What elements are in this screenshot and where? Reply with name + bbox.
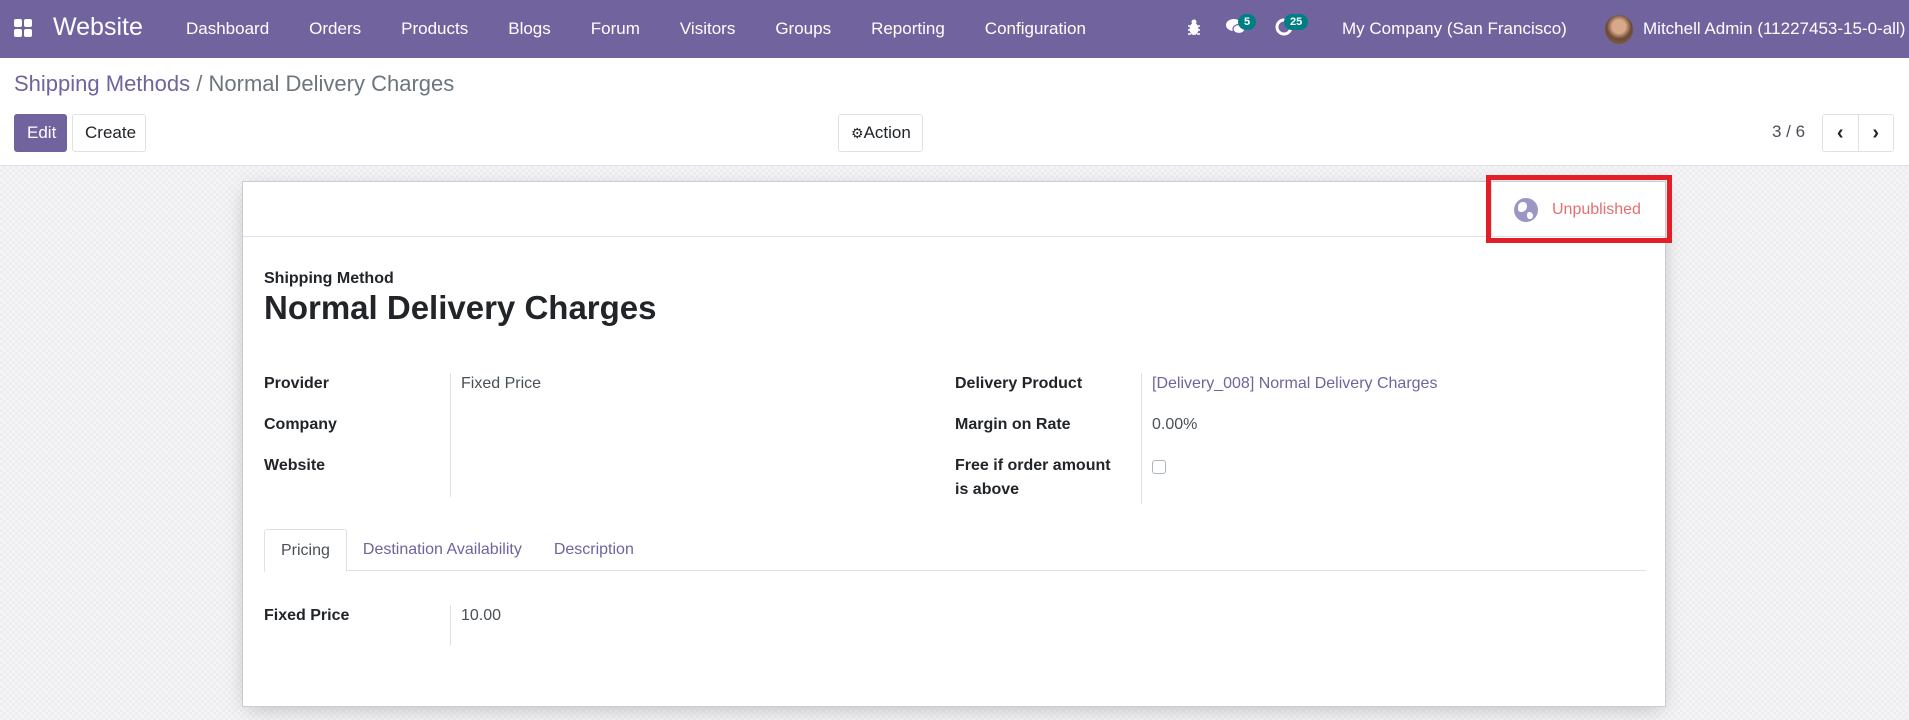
- app-brand[interactable]: Website: [53, 13, 143, 42]
- menu-item-forum[interactable]: Forum: [571, 0, 660, 58]
- user-avatar[interactable]: [1605, 15, 1633, 44]
- button-box: Unpublished: [243, 175, 1672, 243]
- menu-item-configuration[interactable]: Configuration: [965, 0, 1106, 58]
- publish-toggle-button[interactable]: Unpublished: [1491, 182, 1661, 237]
- record-title: Normal Delivery Charges: [264, 289, 657, 326]
- menu-item-dashboard[interactable]: Dashboard: [166, 0, 289, 58]
- company-label: Company: [264, 416, 337, 433]
- delivery-product-label: Delivery Product: [955, 375, 1083, 392]
- free-if-above-checkbox[interactable]: [1152, 460, 1166, 474]
- debug-bug-icon[interactable]: [1187, 18, 1201, 41]
- activities-count-badge: 25: [1284, 14, 1309, 30]
- breadcrumb-current: Normal Delivery Charges: [208, 71, 455, 96]
- menu-item-visitors[interactable]: Visitors: [660, 0, 755, 58]
- website-label: Website: [264, 457, 326, 474]
- breadcrumb: Shipping Methods / Normal Delivery Charg…: [14, 71, 454, 97]
- control-panel: Shipping Methods / Normal Delivery Charg…: [0, 58, 1909, 166]
- main-navbar: Website Dashboard Orders Products Blogs …: [0, 0, 1909, 58]
- tab-description[interactable]: Description: [538, 529, 650, 570]
- menu-item-reporting[interactable]: Reporting: [851, 0, 965, 58]
- menu-item-blogs[interactable]: Blogs: [488, 0, 571, 58]
- menu-item-products[interactable]: Products: [381, 0, 488, 58]
- left-group-divider: [450, 373, 451, 497]
- delivery-product-link[interactable]: [Delivery_008] Normal Delivery Charges: [1152, 372, 1437, 396]
- margin-on-rate-value: 0.00%: [1152, 416, 1198, 433]
- chevron-left-icon: ‹: [1836, 121, 1844, 144]
- tab-pricing[interactable]: Pricing: [264, 529, 347, 572]
- breadcrumb-separator: /: [196, 71, 203, 96]
- provider-label: Provider: [264, 375, 329, 392]
- action-label: Action: [863, 123, 911, 142]
- right-group-divider: [1141, 373, 1142, 504]
- tab-destination-availability[interactable]: Destination Availability: [347, 529, 538, 570]
- free-if-above-label: Free if order amount is above: [955, 457, 1111, 498]
- action-dropdown-button[interactable]: ⚙Action: [838, 114, 923, 152]
- breadcrumb-shipping-methods[interactable]: Shipping Methods: [14, 71, 190, 96]
- pager-value[interactable]: 3 / 6: [1772, 122, 1805, 142]
- pager-buttons: ‹ ›: [1822, 114, 1894, 152]
- pager-next-button[interactable]: ›: [1857, 115, 1894, 151]
- gear-icon: ⚙: [851, 125, 864, 141]
- provider-value: Fixed Price: [461, 375, 542, 392]
- fixed-price-label: Fixed Price: [264, 607, 350, 624]
- user-menu[interactable]: Mitchell Admin (11227453-15-0-all): [1643, 19, 1905, 39]
- pager-previous-button[interactable]: ‹: [1823, 115, 1858, 151]
- margin-on-rate-label: Margin on Rate: [955, 416, 1071, 433]
- pricing-divider: [450, 605, 451, 645]
- publish-status: Unpublished: [1552, 200, 1641, 218]
- chevron-right-icon: ›: [1872, 121, 1880, 144]
- company-switcher[interactable]: My Company (San Francisco): [1342, 19, 1567, 39]
- fixed-price-value: 10.00: [461, 607, 502, 624]
- create-button[interactable]: Create: [72, 114, 146, 152]
- top-menu: Dashboard Orders Products Blogs Forum Vi…: [166, 0, 1106, 58]
- menu-item-orders[interactable]: Orders: [289, 0, 381, 58]
- messages-count-badge: 5: [1238, 14, 1257, 30]
- record-type-label: Shipping Method: [264, 270, 394, 287]
- apps-menu-icon[interactable]: [14, 19, 34, 37]
- globe-icon: [1514, 197, 1538, 222]
- menu-item-groups[interactable]: Groups: [755, 0, 851, 58]
- form-sheet: Unpublished Shipping Method Normal Deliv…: [242, 175, 1672, 707]
- edit-button[interactable]: Edit: [14, 114, 67, 152]
- notebook-tabs: Pricing Destination Availability Descrip…: [264, 529, 1646, 572]
